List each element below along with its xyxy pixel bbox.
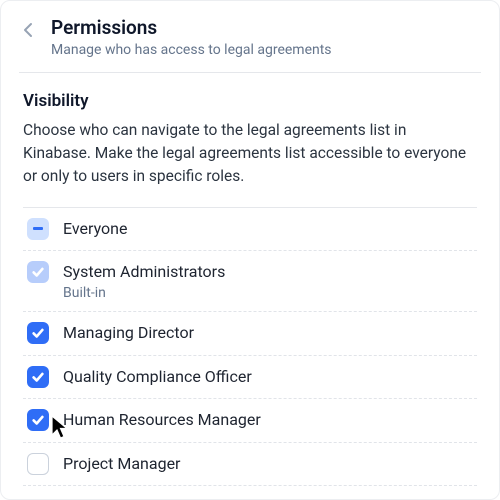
role-text: Managing Director (63, 322, 194, 344)
role-sublabel: Built-in (63, 285, 225, 301)
check-icon (31, 370, 45, 384)
role-label: Project Manager (63, 453, 180, 475)
role-system-administrators[interactable]: System Administrators Built-in (23, 251, 477, 312)
role-label: System Administrators (63, 261, 225, 283)
minus-icon (33, 227, 43, 230)
checkbox-checked-disabled[interactable] (27, 261, 49, 283)
visibility-section: Visibility Choose who can navigate to th… (19, 73, 481, 486)
role-everyone[interactable]: Everyone (23, 208, 477, 251)
panel-header: Permissions Manage who has access to leg… (19, 11, 481, 73)
role-text: Quality Compliance Officer (63, 366, 252, 388)
role-text: Everyone (63, 218, 127, 240)
page-title: Permissions (51, 17, 332, 40)
role-text: Project Manager (63, 453, 180, 475)
page-subtitle: Manage who has access to legal agreement… (51, 42, 332, 58)
role-quality-compliance-officer[interactable]: Quality Compliance Officer (23, 356, 477, 399)
checkbox-checked[interactable] (27, 322, 49, 344)
header-text: Permissions Manage who has access to leg… (51, 17, 332, 58)
role-text: System Administrators Built-in (63, 261, 225, 301)
check-icon (31, 265, 45, 279)
section-heading: Visibility (23, 91, 477, 111)
checkbox-checked[interactable] (27, 366, 49, 388)
checkbox-checked[interactable] (27, 409, 49, 431)
check-icon (31, 413, 45, 427)
back-button[interactable] (19, 21, 37, 39)
chevron-left-icon (23, 22, 33, 38)
role-label: Quality Compliance Officer (63, 366, 252, 388)
role-managing-director[interactable]: Managing Director (23, 312, 477, 355)
role-project-manager[interactable]: Project Manager (23, 443, 477, 486)
section-description: Choose who can navigate to the legal agr… (23, 119, 477, 189)
role-label: Human Resources Manager (63, 409, 261, 431)
checkbox-indeterminate[interactable] (27, 218, 49, 240)
role-human-resources-manager[interactable]: Human Resources Manager (23, 399, 477, 442)
role-label: Everyone (63, 218, 127, 240)
checkbox-unchecked[interactable] (27, 453, 49, 475)
check-icon (31, 326, 45, 340)
role-list: Everyone System Administrators Built-in … (23, 207, 477, 486)
role-text: Human Resources Manager (63, 409, 261, 431)
permissions-panel: Permissions Manage who has access to leg… (0, 0, 500, 500)
role-label: Managing Director (63, 322, 194, 344)
